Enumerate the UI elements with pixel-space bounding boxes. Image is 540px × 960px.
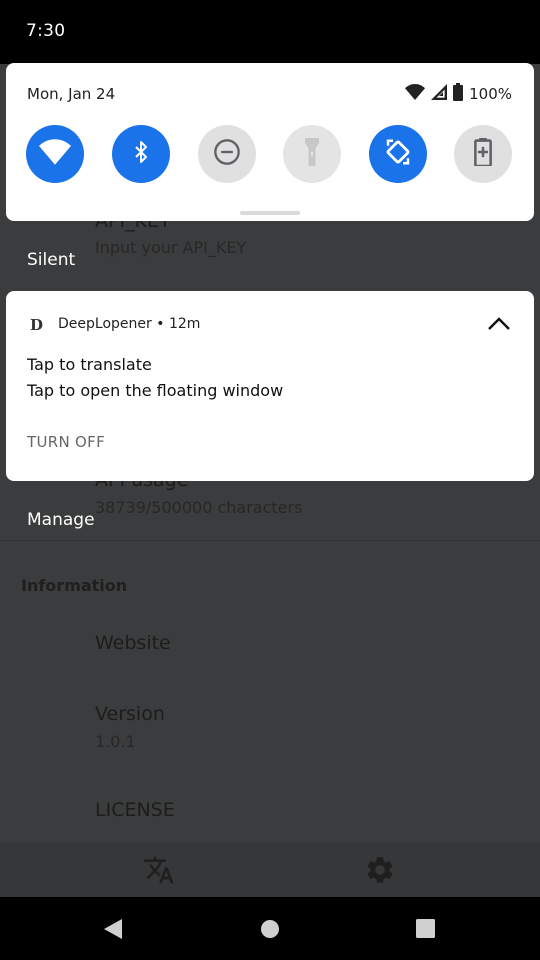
do-not-disturb-tile[interactable] — [198, 125, 256, 183]
version-title: Version — [95, 703, 165, 725]
drag-handle[interactable] — [240, 211, 300, 215]
version-value: 1.0.1 — [95, 732, 136, 751]
bluetooth-tile[interactable] — [112, 125, 170, 183]
notification-text: Tap to open the floating window — [27, 381, 284, 400]
back-icon[interactable] — [102, 918, 124, 944]
notification-card[interactable]: D DeepLopener • 12m Tap to translate Tap… — [6, 291, 534, 481]
notification-time: 12m — [168, 316, 201, 332]
flashlight-tile[interactable] — [283, 125, 341, 183]
battery-saver-icon — [474, 138, 492, 170]
license-item[interactable]: LICENSE — [95, 799, 175, 821]
battery-saver-tile[interactable] — [454, 125, 512, 183]
deeplopener-app-icon: D — [30, 316, 44, 334]
notification-app-name: DeepLopener — [58, 316, 152, 332]
wifi-tile[interactable] — [26, 125, 84, 183]
information-header: Information — [21, 576, 128, 595]
header-separator: • — [156, 316, 165, 332]
website-item[interactable]: Website — [95, 632, 171, 654]
api-usage-value: 38739/500000 characters — [95, 498, 303, 517]
settings-gear-icon[interactable] — [364, 854, 396, 886]
quick-settings-panel: Mon, Jan 24 100% — [6, 63, 534, 221]
battery-percent: 100% — [469, 85, 512, 103]
auto-rotate-tile[interactable] — [369, 125, 427, 183]
flashlight-icon — [302, 138, 322, 170]
app-bottom-navigation — [0, 842, 540, 897]
recents-icon[interactable] — [416, 919, 435, 942]
api-key-hint: Input your API_KEY — [95, 238, 247, 257]
status-time: 7:30 — [26, 21, 66, 41]
qs-date: Mon, Jan 24 — [27, 85, 116, 103]
system-status-icons: 100% — [405, 83, 512, 105]
manage-button[interactable]: Manage — [27, 510, 95, 530]
chevron-up-icon[interactable] — [486, 313, 512, 335]
home-icon[interactable] — [260, 919, 280, 943]
status-bar: 7:30 — [0, 0, 540, 64]
turn-off-button[interactable]: TURN OFF — [27, 433, 105, 451]
translate-icon[interactable] — [143, 854, 175, 886]
silent-section-label: Silent — [27, 250, 76, 270]
cell-signal-icon — [431, 84, 448, 104]
battery-icon — [453, 83, 464, 105]
bluetooth-icon — [129, 138, 153, 170]
wifi-signal-icon — [405, 84, 426, 104]
notification-header: DeepLopener • 12m — [58, 316, 200, 332]
notification-title: Tap to translate — [27, 355, 152, 374]
auto-rotate-icon — [383, 137, 413, 171]
section-divider — [0, 540, 540, 541]
system-navigation-bar — [0, 897, 540, 960]
wifi-icon — [39, 139, 71, 169]
do-not-disturb-icon — [213, 138, 241, 170]
